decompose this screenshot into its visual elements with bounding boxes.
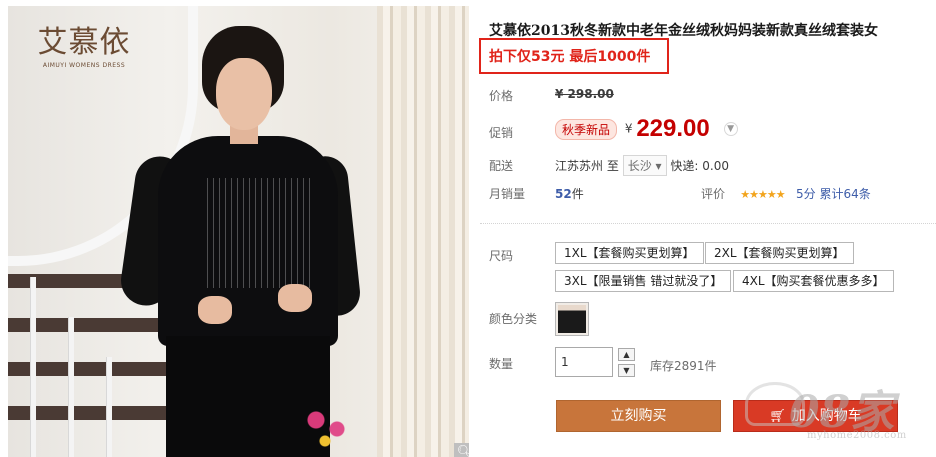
sales-unit: 件 [571, 187, 584, 201]
section-divider [480, 223, 936, 224]
stock-count: 库存2891件 [650, 359, 717, 373]
model-face [216, 58, 272, 130]
model-hand [278, 284, 312, 312]
size-label: 尺码 [489, 249, 514, 263]
rating-label: 评价 [701, 187, 726, 201]
chevron-down-icon[interactable]: ▼ [723, 122, 738, 136]
brand-logo-name: 艾慕依 [37, 25, 131, 60]
watermark-url: myhome2008.com [807, 430, 907, 441]
product-main-image[interactable]: 艾慕依 AIMUYI WOMENS DRESS 🔍︎ [8, 6, 469, 457]
quantity-increase-button[interactable]: ▲ [618, 348, 635, 361]
ship-from: 江苏苏州 [555, 159, 604, 173]
color-label: 颜色分类 [489, 312, 538, 326]
monthly-sales: 52件 [555, 185, 584, 202]
quantity-decrease-button[interactable]: ▼ [618, 364, 635, 377]
original-price-value: ¥ 298.00 [555, 87, 614, 101]
sequin-print-pattern [202, 178, 312, 288]
promotion-price-row: 秋季新品 ¥ 229.00 ▼ [555, 115, 738, 143]
size-option-3xl[interactable]: 3XL【限量销售 错过就没了】 [555, 270, 732, 292]
ship-to-city: 长沙 [627, 159, 652, 173]
promo-text: 拍下仅53元 最后1000件 [489, 49, 651, 65]
baluster [30, 277, 36, 457]
color-option-thumbnail[interactable] [555, 302, 589, 336]
model-figure [117, 26, 363, 457]
quantity-input[interactable]: 1 [555, 347, 613, 377]
chevron-down-icon: ▾ [655, 159, 662, 173]
rating-row: 评价 ★★★★★ 5分 累计64条 [701, 185, 871, 202]
express-fee: 快递: 0.00 [670, 159, 729, 173]
shipping-row: 江苏苏州 至 长沙 ▾ 快递: 0.00 [555, 155, 729, 176]
size-option-1xl[interactable]: 1XL【套餐购买更划算】 [555, 242, 704, 264]
promotion-label: 促销 [489, 126, 514, 140]
magnifier-icon[interactable]: 🔍︎ [454, 443, 469, 457]
current-price: 229.00 [636, 115, 710, 142]
size-option-2xl[interactable]: 2XL【套餐购买更划算】 [705, 242, 854, 264]
baluster [68, 317, 74, 457]
flower-decoration [298, 396, 358, 456]
autumn-new-badge: 秋季新品 [555, 118, 618, 140]
buy-now-button[interactable]: 立刻购买 [556, 400, 721, 432]
curtain-backdrop [377, 6, 469, 457]
brand-logo-subtitle: AIMUYI WOMENS DRESS [42, 62, 126, 69]
sales-count: 52 [555, 187, 572, 201]
size-option-4xl[interactable]: 4XL【购买套餐优惠多多】 [733, 270, 894, 292]
brand-logo: 艾慕依 AIMUYI WOMENS DRESS [34, 25, 134, 70]
monthly-sales-label: 月销量 [489, 187, 526, 201]
ship-to-select[interactable]: 长沙 ▾ [622, 155, 667, 176]
color-thumbnail-image [558, 305, 586, 333]
shipping-label: 配送 [489, 159, 514, 173]
model-hand [198, 296, 232, 324]
review-count-link[interactable]: 累计64条 [820, 187, 871, 201]
baluster [106, 357, 112, 457]
rating-score[interactable]: 5分 [796, 187, 816, 201]
site-watermark: 08家 myhome2008.com [745, 378, 935, 457]
original-price: ¥ 298.00 [555, 87, 614, 101]
currency-symbol: ¥ [624, 121, 633, 136]
ship-to-word: 至 [606, 159, 619, 173]
quantity-label: 数量 [489, 357, 514, 371]
price-label: 价格 [489, 89, 514, 103]
product-title: 艾慕依2013秋冬新款中老年金丝绒秋妈妈装新款真丝绒套装女 [489, 23, 878, 39]
star-rating-icon: ★★★★★ [740, 188, 785, 201]
